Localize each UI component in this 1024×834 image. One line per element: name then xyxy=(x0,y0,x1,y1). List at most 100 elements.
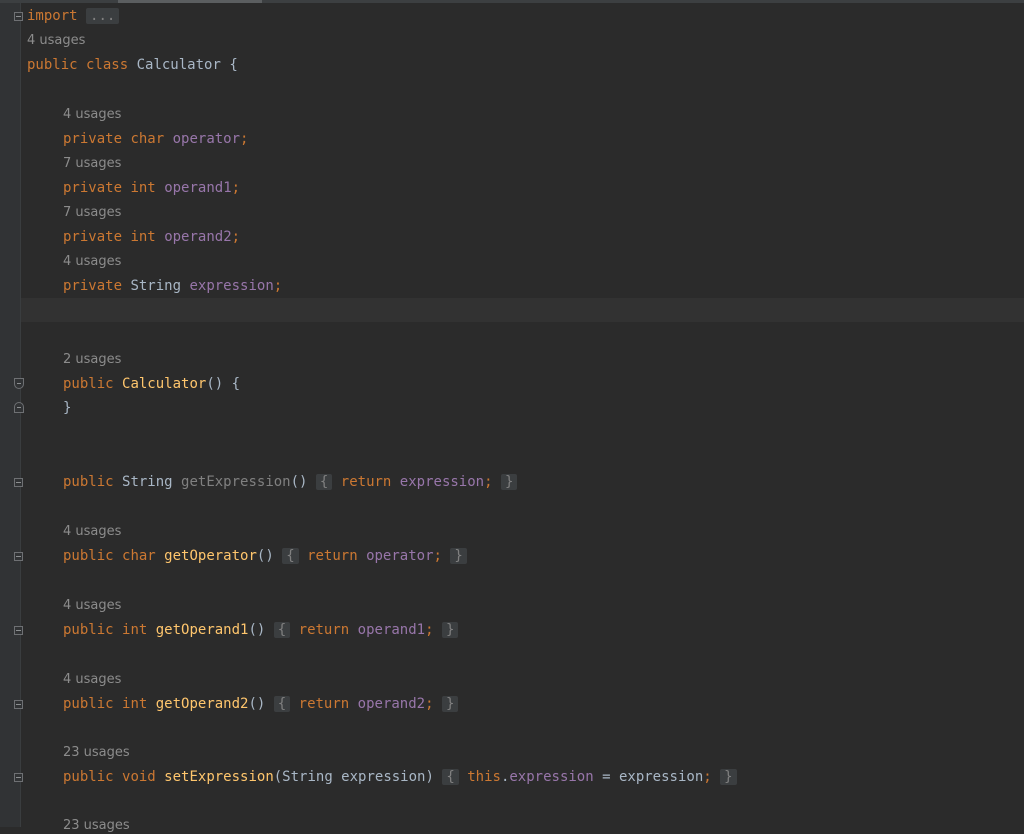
method-return-type: int xyxy=(122,696,148,712)
fold-open-brace[interactable]: { xyxy=(282,548,299,564)
method-modifier: public xyxy=(63,474,114,490)
method-setExpression[interactable]: public void setExpression(String express… xyxy=(63,766,737,788)
field-name: expression xyxy=(189,278,274,294)
fold-close-brace[interactable]: } xyxy=(441,622,459,638)
constructor-close-brace: } xyxy=(63,400,72,416)
constructor-declaration[interactable]: public Calculator() { xyxy=(63,373,240,395)
semicolon: ; xyxy=(703,769,712,785)
method-modifier: public xyxy=(63,696,114,712)
field-usages-hint[interactable]: 4 usages xyxy=(63,254,121,270)
field-type: char xyxy=(130,131,165,147)
assignment-expression: = expression xyxy=(593,769,704,785)
constructor-modifier: public xyxy=(63,376,114,392)
import-keyword: import xyxy=(27,8,78,24)
class-modifiers: public class xyxy=(27,57,129,73)
fold-shield-icon[interactable] xyxy=(14,378,24,389)
field-declaration-operator[interactable]: private char operator; xyxy=(63,128,248,150)
method-getOperand1[interactable]: public int getOperand1() { return operan… xyxy=(63,619,459,641)
method-name: getExpression xyxy=(181,474,291,490)
fold-toggle-icon[interactable] xyxy=(14,552,23,561)
field-declaration-expression[interactable]: private String expression; xyxy=(63,275,282,297)
return-expression: operator xyxy=(366,548,434,564)
method-usages-hint[interactable]: 23 usages xyxy=(63,818,130,834)
method-params: () xyxy=(256,548,274,564)
method-usages-hint[interactable]: 4 usages xyxy=(63,672,121,688)
return-expression: expression xyxy=(399,474,485,490)
semicolon: ; xyxy=(425,696,434,712)
return-expression: operand1 xyxy=(357,622,426,638)
field-modifier: private xyxy=(63,131,123,147)
this-keyword: this xyxy=(467,769,501,785)
method-name: getOperand2 xyxy=(155,696,249,712)
editor-tab-strip xyxy=(0,0,1024,3)
return-keyword: return xyxy=(340,474,392,490)
assigned-field: expression xyxy=(509,769,594,785)
constructor-name: Calculator xyxy=(122,376,207,392)
fold-close-brace[interactable]: } xyxy=(500,474,518,490)
method-params: (String expression) xyxy=(273,769,434,785)
class-brace: { xyxy=(220,57,238,73)
horizontal-scroll-thumb[interactable] xyxy=(118,0,262,3)
class-declaration[interactable]: public class Calculator { xyxy=(27,54,238,76)
fold-open-brace[interactable]: { xyxy=(273,696,291,712)
fold-toggle-icon[interactable] xyxy=(14,626,23,635)
constructor-params: () { xyxy=(206,376,241,392)
method-modifier: public xyxy=(63,622,114,638)
fold-toggle-icon[interactable] xyxy=(14,478,23,487)
field-name: operand1 xyxy=(164,180,232,196)
class-name: Calculator xyxy=(136,57,221,73)
class-usages-hint[interactable]: 4 usages xyxy=(27,33,85,49)
fold-close-brace[interactable]: } xyxy=(450,548,467,564)
import-fold-placeholder[interactable]: ... xyxy=(86,8,120,24)
field-type: int xyxy=(130,180,156,196)
semicolon: ; xyxy=(425,622,434,638)
field-name: operand2 xyxy=(164,229,232,245)
method-return-type: String xyxy=(122,474,173,490)
return-keyword: return xyxy=(307,548,358,564)
method-usages-hint[interactable]: 4 usages xyxy=(63,598,121,614)
fold-close-brace[interactable]: } xyxy=(720,769,737,785)
method-return-type: void xyxy=(122,769,156,785)
method-name: setExpression xyxy=(164,769,274,785)
method-params: () xyxy=(290,474,308,490)
method-name: getOperand1 xyxy=(155,622,249,638)
method-params: () xyxy=(248,696,266,712)
current-line-highlight xyxy=(21,298,1024,322)
field-usages-hint[interactable]: 7 usages xyxy=(63,156,121,172)
fold-open-brace[interactable]: { xyxy=(273,622,291,638)
method-usages-hint[interactable]: 23 usages xyxy=(63,745,130,761)
semicolon: ; xyxy=(484,474,493,490)
constructor-usages-hint[interactable]: 2 usages xyxy=(63,352,121,368)
method-return-type: int xyxy=(122,622,148,638)
field-type: String xyxy=(130,278,182,294)
field-declaration-operand2[interactable]: private int operand2; xyxy=(63,226,240,248)
fold-toggle-icon[interactable] xyxy=(14,700,23,709)
method-modifier: public xyxy=(63,769,114,785)
method-getExpression[interactable]: public String getExpression() { return e… xyxy=(63,471,518,493)
fold-close-brace[interactable]: } xyxy=(441,696,459,712)
fold-toggle-icon[interactable] xyxy=(14,12,23,21)
field-modifier: private xyxy=(63,278,123,294)
method-getOperand2[interactable]: public int getOperand2() { return operan… xyxy=(63,693,459,715)
fold-toggle-icon[interactable] xyxy=(14,773,23,782)
fold-shield-end-icon[interactable] xyxy=(14,402,24,413)
field-name: operator xyxy=(172,131,241,147)
field-type: int xyxy=(130,229,156,245)
semicolon: ; xyxy=(433,548,442,564)
field-usages-hint[interactable]: 4 usages xyxy=(63,107,121,123)
field-declaration-operand1[interactable]: private int operand1; xyxy=(63,177,240,199)
return-keyword: return xyxy=(298,622,350,638)
field-modifier: private xyxy=(63,229,123,245)
method-usages-hint[interactable]: 4 usages xyxy=(63,524,121,540)
field-usages-hint[interactable]: 7 usages xyxy=(63,205,121,221)
fold-open-brace[interactable]: { xyxy=(315,474,333,490)
method-name: getOperator xyxy=(164,548,257,564)
return-keyword: return xyxy=(298,696,350,712)
fold-open-brace[interactable]: { xyxy=(442,769,459,785)
field-modifier: private xyxy=(63,180,123,196)
method-params: () xyxy=(248,622,266,638)
method-return-type: char xyxy=(122,548,156,564)
import-line[interactable]: import ... xyxy=(27,5,120,27)
method-modifier: public xyxy=(63,548,114,564)
method-getOperator[interactable]: public char getOperator() { return opera… xyxy=(63,545,467,567)
